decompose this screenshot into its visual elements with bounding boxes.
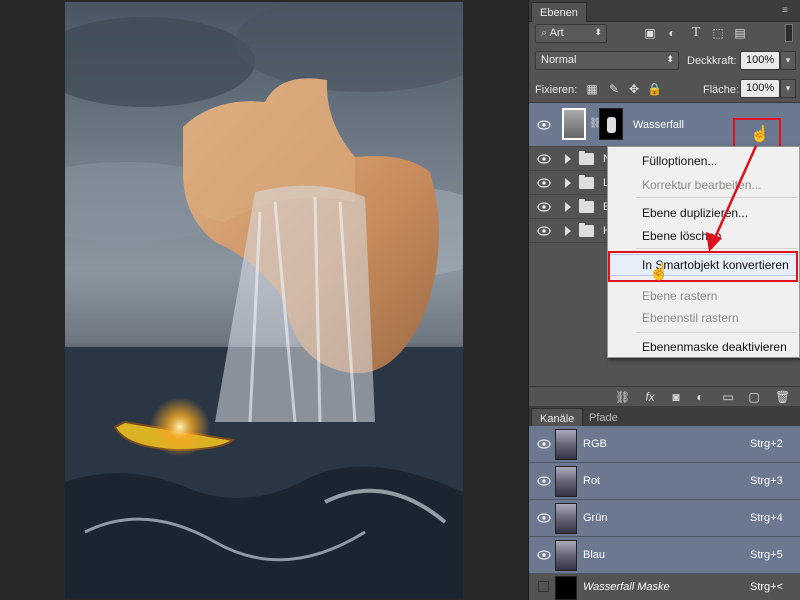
channel-name: RGB	[583, 438, 607, 450]
filter-shape-icon[interactable]: ⬚	[711, 26, 725, 40]
search-icon: ⌕	[541, 27, 548, 39]
layer-mask-thumbnail[interactable]	[599, 108, 623, 140]
layers-footer-toolbar: ⛓ fx ◙ ◐ ▭ ▢ 🗑	[529, 386, 800, 406]
visibility-eye-icon[interactable]	[537, 152, 551, 166]
channel-row-mask[interactable]: Wasserfall Maske Strg+<	[529, 574, 800, 600]
blend-mode-value: Normal	[541, 54, 577, 66]
layer-filter-select[interactable]: ⌕ Art ⬍	[535, 24, 607, 43]
channel-shortcut: Strg+3	[750, 475, 783, 487]
layer-filter-value: Art	[549, 27, 564, 39]
opacity-label: Deckkraft:	[687, 55, 737, 67]
expand-triangle-icon[interactable]	[565, 154, 571, 164]
photoshop-window: Ebenen ≡ ⌕ Art ⬍ ▣ ◐ T ⬚ ▤ Normal ⬍ Deck…	[0, 0, 800, 600]
fill-label: Fläche:	[703, 84, 740, 96]
blend-mode-select[interactable]: Normal ⬍	[535, 51, 679, 70]
visibility-eye-icon[interactable]	[537, 224, 551, 238]
adjustment-layer-icon[interactable]: ◐	[693, 390, 707, 404]
artwork-illustration	[65, 2, 463, 598]
channel-row-green[interactable]: Grün Strg+4	[529, 500, 800, 537]
new-layer-icon[interactable]: ▢	[747, 390, 761, 404]
filter-type-icon[interactable]: T	[689, 26, 703, 40]
tab-channels[interactable]: Kanäle	[531, 408, 584, 428]
opacity-dropdown-button[interactable]: ▾	[780, 51, 796, 70]
chevron-updown-icon: ⬍	[594, 27, 602, 37]
channel-shortcut: Strg+5	[750, 549, 783, 561]
expand-triangle-icon[interactable]	[565, 178, 571, 188]
channel-row-red[interactable]: Rot Strg+3	[529, 463, 800, 500]
channel-thumbnail	[555, 576, 577, 600]
opacity-input[interactable]: 100%	[740, 51, 780, 70]
layers-tabbar: Ebenen ≡	[529, 0, 800, 22]
visibility-eye-icon[interactable]	[537, 176, 551, 190]
filter-pixel-icon[interactable]: ▣	[643, 26, 657, 40]
channel-name: Rot	[583, 475, 601, 487]
menu-separator	[636, 332, 797, 333]
visibility-eye-icon[interactable]	[537, 437, 551, 451]
expand-triangle-icon[interactable]	[565, 202, 571, 212]
link-layers-icon[interactable]: ⛓	[615, 390, 630, 404]
layer-thumbnail[interactable]	[562, 108, 586, 140]
fill-input[interactable]: 100%	[740, 79, 780, 98]
filter-smartobject-icon[interactable]: ▤	[733, 26, 747, 40]
channel-name: Wasserfall Maske	[583, 581, 670, 593]
lock-position-icon[interactable]: ✥	[627, 82, 641, 96]
visibility-eye-icon[interactable]	[537, 548, 551, 562]
channel-row-rgb[interactable]: RGB Strg+2	[529, 426, 800, 463]
channels-tabbar: Kanäle Pfade	[529, 406, 800, 428]
tab-layers[interactable]: Ebenen	[531, 2, 587, 22]
channel-thumbnail	[555, 540, 577, 571]
annotation-arrow	[706, 145, 758, 252]
visibility-checkbox[interactable]	[538, 581, 549, 592]
lock-transparent-icon[interactable]: ▦	[585, 82, 599, 96]
channel-thumbnail	[555, 429, 577, 460]
menu-item-disable-mask[interactable]: Ebenenmaske deaktivieren	[642, 340, 787, 354]
folder-icon	[579, 151, 594, 165]
lock-all-icon[interactable]: 🔒	[647, 82, 662, 96]
artwork-image[interactable]	[65, 2, 463, 598]
chevron-updown-icon: ⬍	[666, 54, 674, 64]
trash-icon[interactable]: 🗑	[775, 390, 790, 404]
channel-shortcut: Strg+<	[750, 581, 784, 593]
document-canvas-area	[0, 0, 528, 600]
channel-shortcut: Strg+4	[750, 512, 783, 524]
folder-icon	[579, 199, 594, 213]
expand-triangle-icon[interactable]	[565, 226, 571, 236]
annotation-menu-highlight	[608, 251, 798, 282]
new-group-icon[interactable]: ▭	[721, 390, 735, 404]
add-mask-icon[interactable]: ◙	[669, 390, 683, 404]
lock-label: Fixieren:	[535, 84, 578, 96]
fx-icon[interactable]: fx	[643, 390, 657, 404]
tab-paths[interactable]: Pfade	[581, 408, 626, 428]
visibility-eye-icon[interactable]	[537, 474, 551, 488]
hand-cursor-icon: ☝	[649, 264, 669, 281]
channel-name: Grün	[583, 512, 608, 524]
visibility-eye-icon[interactable]	[537, 511, 551, 525]
fill-dropdown-button[interactable]: ▾	[780, 79, 796, 98]
folder-icon	[579, 175, 594, 189]
visibility-eye-icon[interactable]	[537, 118, 551, 132]
filter-toggle-switch[interactable]	[785, 24, 793, 42]
channel-shortcut: Strg+2	[750, 438, 783, 450]
mask-shape	[607, 117, 616, 133]
menu-item-rasterize-style: Ebenenstil rastern	[642, 311, 739, 325]
panel-menu-icon[interactable]: ≡	[782, 5, 794, 17]
folder-icon	[579, 223, 594, 237]
channel-name: Blau	[583, 549, 606, 561]
menu-item-rasterize-layer: Ebene rastern	[642, 289, 718, 303]
channel-thumbnail	[555, 466, 577, 497]
visibility-eye-icon[interactable]	[537, 200, 551, 214]
channel-thumbnail	[555, 503, 577, 534]
layer-name: Wasserfall	[633, 119, 684, 131]
filter-adjustment-icon[interactable]: ◐	[665, 26, 679, 40]
channel-row-blue[interactable]: Blau Strg+5	[529, 537, 800, 574]
lock-image-icon[interactable]: ✎	[607, 82, 621, 96]
